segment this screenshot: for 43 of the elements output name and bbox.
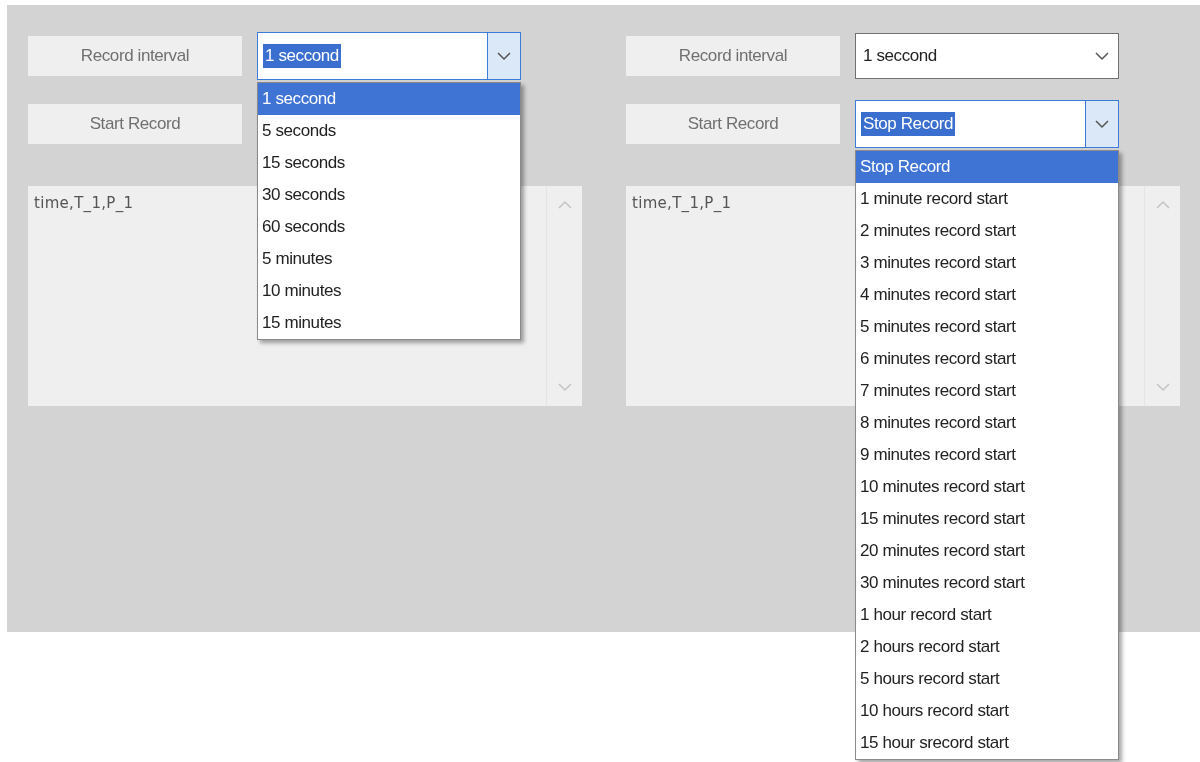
dropdown-option[interactable]: 20 minutes record start bbox=[856, 535, 1118, 567]
dropdown-option[interactable]: 5 seconds bbox=[258, 115, 520, 147]
dropdown-option[interactable]: 6 minutes record start bbox=[856, 343, 1118, 375]
chevron-down-icon[interactable] bbox=[497, 51, 511, 61]
dropdown-option[interactable]: 15 minutes record start bbox=[856, 503, 1118, 535]
dropdown-option[interactable]: Stop Record bbox=[856, 151, 1118, 183]
scroll-up-icon[interactable] bbox=[1155, 200, 1170, 209]
dropdown-option[interactable]: 30 minutes record start bbox=[856, 567, 1118, 599]
dropdown-option[interactable]: 10 minutes record start bbox=[856, 471, 1118, 503]
dropdown-option[interactable]: 4 minutes record start bbox=[856, 279, 1118, 311]
dropdown-field[interactable]: 1 seccond bbox=[855, 33, 1119, 79]
dropdown-option[interactable]: 5 minutes record start bbox=[856, 311, 1118, 343]
scroll-down-icon[interactable] bbox=[1155, 383, 1170, 392]
dropdown-field[interactable]: 1 seccond bbox=[257, 32, 521, 80]
dropdown-option[interactable]: 30 seconds bbox=[258, 179, 520, 211]
chevron-down-icon[interactable] bbox=[1095, 119, 1109, 129]
log-text: time,T_1,P_1 bbox=[34, 194, 134, 212]
dropdown-field[interactable]: Stop Record bbox=[855, 100, 1119, 148]
dropdown-option[interactable]: 1 seccond bbox=[258, 83, 520, 115]
dropdown-option[interactable]: 9 minutes record start bbox=[856, 439, 1118, 471]
dropdown-option[interactable]: 1 hour record start bbox=[856, 599, 1118, 631]
dropdown-option[interactable]: 10 hours record start bbox=[856, 695, 1118, 727]
dropdown-option[interactable]: 3 minutes record start bbox=[856, 247, 1118, 279]
dropdown-option[interactable]: 8 minutes record start bbox=[856, 407, 1118, 439]
dropdown-option[interactable]: 5 hours record start bbox=[856, 663, 1118, 695]
dropdown-option[interactable]: 1 minute record start bbox=[856, 183, 1118, 215]
record-button[interactable]: Start Record bbox=[28, 104, 242, 144]
dropdown-option[interactable]: 5 minutes bbox=[258, 243, 520, 275]
dropdown-option[interactable]: 7 minutes record start bbox=[856, 375, 1118, 407]
dropdown-option[interactable]: 2 minutes record start bbox=[856, 215, 1118, 247]
dropdown-option[interactable]: 60 seconds bbox=[258, 211, 520, 243]
scroll-up-icon[interactable] bbox=[557, 200, 572, 209]
dropdown-option[interactable]: 15 seconds bbox=[258, 147, 520, 179]
record-button[interactable]: Record interval bbox=[626, 36, 840, 76]
scroll-down-icon[interactable] bbox=[557, 383, 572, 392]
dropdown-option[interactable]: 15 hour srecord start bbox=[856, 727, 1118, 759]
dropdown-option[interactable]: 10 minutes bbox=[258, 275, 520, 307]
dropdown-option[interactable]: 2 hours record start bbox=[856, 631, 1118, 663]
log-text: time,T_1,P_1 bbox=[632, 194, 732, 212]
record-button[interactable]: Start Record bbox=[626, 104, 840, 144]
dropdown-option[interactable]: 15 minutes bbox=[258, 307, 520, 339]
record-button[interactable]: Record interval bbox=[28, 36, 242, 76]
chevron-down-icon[interactable] bbox=[1095, 51, 1109, 61]
